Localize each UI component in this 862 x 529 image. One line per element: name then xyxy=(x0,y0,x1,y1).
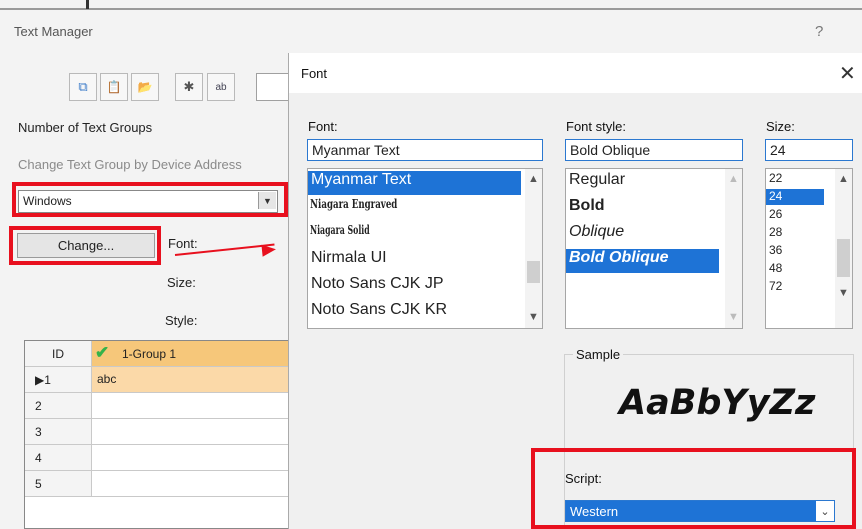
highlight-box-change xyxy=(9,226,161,265)
list-item[interactable]: Noto Sans CJK KR xyxy=(308,301,447,325)
toolbar-input[interactable] xyxy=(256,73,290,101)
sample-label: Sample xyxy=(573,347,624,362)
scroll-thumb[interactable] xyxy=(837,239,850,277)
sample-preview-text: AaBbYyZz xyxy=(619,383,816,423)
row-cell-bg xyxy=(92,367,288,392)
table-row[interactable]: ▶1 abc xyxy=(25,367,288,393)
scroll-up-icon[interactable]: ▲ xyxy=(728,173,739,185)
font-label: Font: xyxy=(168,236,198,251)
font-list-scrollbar[interactable]: ▲ ▼ xyxy=(525,169,542,328)
dialog-title: Font xyxy=(301,66,328,81)
highlight-box-windows xyxy=(12,182,288,217)
size-label: Size: xyxy=(167,275,196,290)
scroll-thumb[interactable] xyxy=(527,261,540,283)
row-id: 2 xyxy=(25,393,92,418)
list-item[interactable]: 24 xyxy=(766,189,824,205)
font-name-input[interactable]: Myanmar Text xyxy=(307,139,543,161)
table-row[interactable]: 2 xyxy=(25,393,288,419)
size-list-scrollbar[interactable]: ▲ ▼ xyxy=(835,169,852,328)
table-row[interactable]: 3 xyxy=(25,419,288,445)
text-replace-icon: ab xyxy=(215,81,227,93)
checkmark-icon: ✔ xyxy=(95,343,110,362)
group-header-label: 1-Group 1 xyxy=(122,347,177,361)
paste-button[interactable]: 📋 xyxy=(100,73,128,101)
help-button[interactable]: ? xyxy=(815,23,823,40)
window-top-border xyxy=(0,8,862,10)
list-item[interactable]: 48 xyxy=(766,261,782,277)
scroll-up-icon[interactable]: ▲ xyxy=(838,173,849,185)
list-item[interactable]: Niagara Solid xyxy=(308,223,370,247)
scroll-up-icon[interactable]: ▲ xyxy=(528,173,539,185)
table-row[interactable]: 5 xyxy=(25,471,288,497)
row-id: ▶1 xyxy=(25,367,92,392)
copy-icon: ⧉ xyxy=(78,79,88,94)
scroll-down-icon[interactable]: ▼ xyxy=(838,287,849,299)
cursor-mark xyxy=(86,0,89,9)
folder-icon: 📂 xyxy=(137,80,153,94)
id-column-header: ID xyxy=(25,341,92,366)
list-item[interactable]: Bold xyxy=(566,197,605,221)
dialog-titlebar: Font ✕ xyxy=(289,53,862,93)
list-item[interactable]: Oblique xyxy=(566,223,624,247)
row-id: 5 xyxy=(25,471,92,496)
list-item[interactable]: 36 xyxy=(766,243,782,259)
list-item[interactable]: Regular xyxy=(566,171,625,195)
highlight-box-script xyxy=(531,448,856,529)
font-style-label: Font style: xyxy=(566,119,626,134)
grid-header-row: ID ✔ 1-Group 1 xyxy=(25,341,288,367)
style-list-scrollbar[interactable]: ▲ ▼ xyxy=(725,169,742,328)
font-dialog: Font ✕ Font: Myanmar Text Myanmar Text N… xyxy=(288,53,862,529)
row-value[interactable]: abc xyxy=(97,372,116,386)
paste-icon: 📋 xyxy=(106,80,122,94)
table-row[interactable]: 4 xyxy=(25,445,288,471)
row-id: 3 xyxy=(25,419,92,444)
list-item[interactable]: Myanmar Text xyxy=(308,171,521,195)
text-group-grid: ID ✔ 1-Group 1 ▶1 abc 2 3 4 5 xyxy=(24,340,289,529)
annotation-arrow-head xyxy=(261,243,277,257)
style-label: Style: xyxy=(165,313,198,328)
folder-button[interactable]: 📂 xyxy=(131,73,159,101)
list-item[interactable]: 28 xyxy=(766,225,782,241)
text-replace-button[interactable]: ab xyxy=(207,73,235,101)
scroll-down-icon[interactable]: ▼ xyxy=(528,311,539,323)
font-style-input[interactable]: Bold Oblique xyxy=(565,139,743,161)
change-by-address-label: Change Text Group by Device Address xyxy=(18,157,242,172)
list-item[interactable]: Nirmala UI xyxy=(308,249,387,273)
font-name-list[interactable]: Myanmar Text Niagara Engraved Niagara So… xyxy=(307,168,543,329)
font-size-input[interactable]: 24 xyxy=(765,139,853,161)
close-icon[interactable]: ✕ xyxy=(839,61,856,86)
list-item[interactable]: 72 xyxy=(766,279,782,295)
scroll-down-icon[interactable]: ▼ xyxy=(728,311,739,323)
import-icon: ✱ xyxy=(183,79,195,94)
list-item[interactable]: Bold Oblique xyxy=(566,249,719,273)
copy-button[interactable]: ⧉ xyxy=(69,73,97,101)
import-button[interactable]: ✱ xyxy=(175,73,203,101)
font-name-label: Font: xyxy=(308,119,338,134)
number-of-groups-label: Number of Text Groups xyxy=(18,120,153,135)
list-item[interactable]: Niagara Engraved xyxy=(308,197,397,221)
list-item[interactable]: Noto Sans CJK JP xyxy=(308,275,444,299)
window-title: Text Manager xyxy=(14,24,93,39)
list-item[interactable]: 26 xyxy=(766,207,782,223)
row-id: 4 xyxy=(25,445,92,470)
font-size-label: Size: xyxy=(766,119,795,134)
list-item[interactable]: 22 xyxy=(766,171,782,187)
font-style-list[interactable]: Regular Bold Oblique Bold Oblique ▲ ▼ xyxy=(565,168,743,329)
font-size-list[interactable]: 22 24 26 28 36 48 72 ▲ ▼ xyxy=(765,168,853,329)
